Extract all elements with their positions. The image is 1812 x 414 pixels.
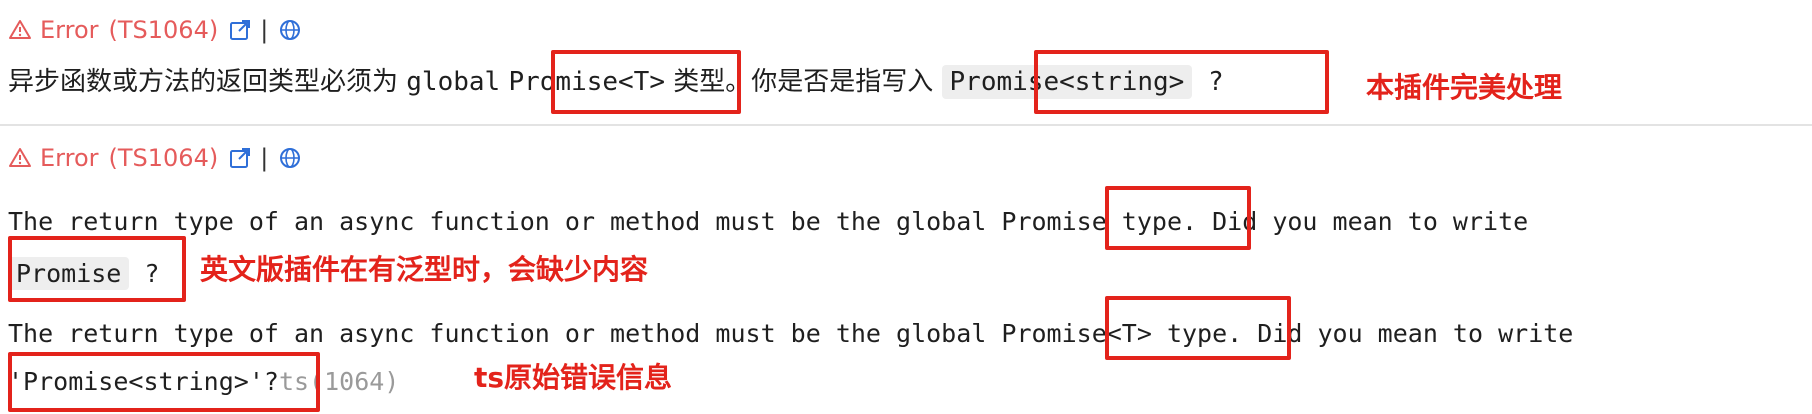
en-message-line-1: The return type of an async function or …	[8, 207, 1529, 236]
severity-label: Error	[40, 16, 99, 44]
problem-1: Error (TS1064) | 异步函数或方法的返回类型必须为 global …	[0, 0, 1812, 124]
globe-icon[interactable]	[278, 146, 302, 170]
annotation-english-plugin: 英文版插件在有泛型时，会缺少内容	[200, 253, 649, 286]
error-code[interactable]: (TS1064)	[109, 140, 219, 176]
problem-2-header: Error (TS1064) |	[8, 140, 302, 176]
warning-triangle-icon	[9, 20, 31, 39]
separator: |	[260, 144, 269, 172]
annotation-ts-raw: ts原始错误信息	[474, 361, 673, 394]
external-link-icon[interactable]	[228, 146, 252, 170]
problem-2: Error (TS1064) | The return type of an a…	[0, 126, 1812, 414]
annotation-perfect: 本插件完美处理	[1366, 71, 1563, 104]
problem-hover-panel: Error (TS1064) | 异步函数或方法的返回类型必须为 global …	[0, 0, 1812, 414]
raw-message-line-1: The return type of an async function or …	[8, 319, 1574, 348]
highlight-box-promise	[1105, 186, 1251, 250]
external-link-icon[interactable]	[228, 18, 252, 42]
global-word: global	[406, 67, 501, 97]
problem-1-header: Error (TS1064) |	[8, 12, 302, 48]
promise-type: Promise	[1001, 207, 1107, 236]
highlight-box-en-suggestion	[8, 236, 186, 302]
highlight-box-raw-suggestion	[8, 352, 320, 412]
error-code[interactable]: (TS1064)	[109, 12, 219, 48]
highlight-box-suggestion	[1034, 50, 1329, 114]
highlight-box-raw-promise-t	[1105, 296, 1291, 360]
separator: |	[260, 16, 269, 44]
severity-label: Error	[40, 144, 99, 172]
warning-triangle-icon	[9, 148, 31, 167]
globe-icon[interactable]	[278, 18, 302, 42]
highlight-box-promise-t	[551, 50, 741, 114]
